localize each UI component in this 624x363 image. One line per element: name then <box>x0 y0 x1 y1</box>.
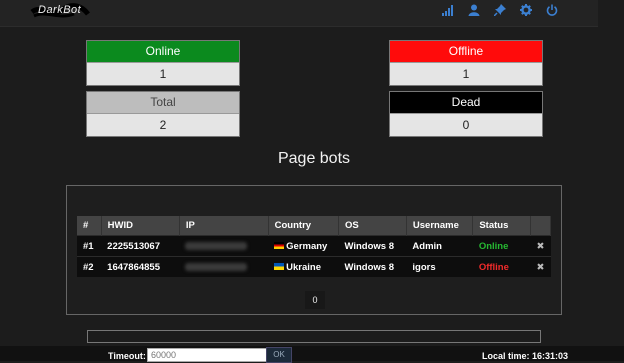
column-header-actions <box>530 216 551 236</box>
total-stat-card: Total 2 <box>86 91 240 137</box>
row-number: #1 <box>77 235 102 257</box>
pin-icon[interactable] <box>494 4 506 16</box>
top-icon-group <box>442 4 558 16</box>
row-os: Windows 8 <box>338 235 407 257</box>
online-stat-card: Online 1 <box>86 40 240 86</box>
column-header-username[interactable]: Username <box>406 216 474 236</box>
bots-table: # HWID IP Country OS Username Status #1 … <box>77 216 551 277</box>
online-stat-value: 1 <box>159 67 167 81</box>
row-country-label: Germany <box>286 240 328 252</box>
germany-flag-icon <box>274 242 285 250</box>
bots-panel: # HWID IP Country OS Username Status #1 … <box>66 185 562 315</box>
offline-stat-label: Offline <box>390 41 542 63</box>
timeout-label: Timeout: <box>108 351 146 361</box>
user-icon[interactable] <box>468 4 480 16</box>
dead-stat-label: Dead <box>390 92 542 114</box>
ukraine-flag-icon <box>274 263 285 271</box>
total-stat-value: 2 <box>159 118 167 132</box>
column-header-ip[interactable]: IP <box>179 216 269 236</box>
dead-stat-value: 0 <box>462 118 470 132</box>
row-number: #2 <box>77 256 102 277</box>
row-status: Offline <box>472 256 531 277</box>
column-header-status[interactable]: Status <box>472 216 532 236</box>
column-header-hwid[interactable]: HWID <box>101 216 180 236</box>
page-title: Page bots <box>277 150 351 167</box>
gear-icon[interactable] <box>520 4 532 16</box>
column-header-number[interactable]: # <box>77 216 102 236</box>
row-ip <box>179 256 269 277</box>
table-header-row: # HWID IP Country OS Username Status <box>77 216 551 236</box>
row-username: igors <box>406 256 473 277</box>
signal-icon[interactable] <box>442 4 454 16</box>
row-hwid: 1647864855 <box>101 256 180 277</box>
row-os: Windows 8 <box>338 256 407 277</box>
row-country: Germany <box>268 235 339 257</box>
table-row[interactable]: #2 1647864855 Ukraine Windows 8 igors Of… <box>77 256 551 277</box>
total-stat-label: Total <box>87 92 239 114</box>
brand-name[interactable]: DarkBot <box>38 4 81 16</box>
row-hwid: 2225513067 <box>101 235 180 257</box>
log-box <box>87 330 541 343</box>
column-header-country[interactable]: Country <box>268 216 339 236</box>
row-ip <box>179 235 269 257</box>
delete-bot-icon[interactable]: ✖ <box>530 235 551 257</box>
table-row[interactable]: #1 2225513067 Germany Windows 8 Admin On… <box>77 235 551 257</box>
redacted-ip <box>185 262 248 271</box>
row-country: Ukraine <box>268 256 339 277</box>
delete-bot-icon[interactable]: ✖ <box>530 256 551 277</box>
dead-stat-card: Dead 0 <box>389 91 543 137</box>
row-status: Online <box>472 235 531 257</box>
power-icon[interactable] <box>546 4 558 16</box>
redacted-ip <box>185 241 248 250</box>
top-navbar: DarkBot <box>0 0 598 27</box>
offline-stat-value: 1 <box>462 67 470 81</box>
timeout-input[interactable] <box>147 348 267 362</box>
footer-bar: Timeout: OK Local time: 16:31:03 <box>0 346 624 363</box>
row-username: Admin <box>406 235 473 257</box>
pagination-page[interactable]: 0 <box>305 291 325 309</box>
column-header-os[interactable]: OS <box>338 216 407 236</box>
online-stat-label: Online <box>87 41 239 63</box>
row-country-label: Ukraine <box>286 261 321 273</box>
offline-stat-card: Offline 1 <box>389 40 543 86</box>
local-time: Local time: 16:31:03 <box>481 351 568 361</box>
